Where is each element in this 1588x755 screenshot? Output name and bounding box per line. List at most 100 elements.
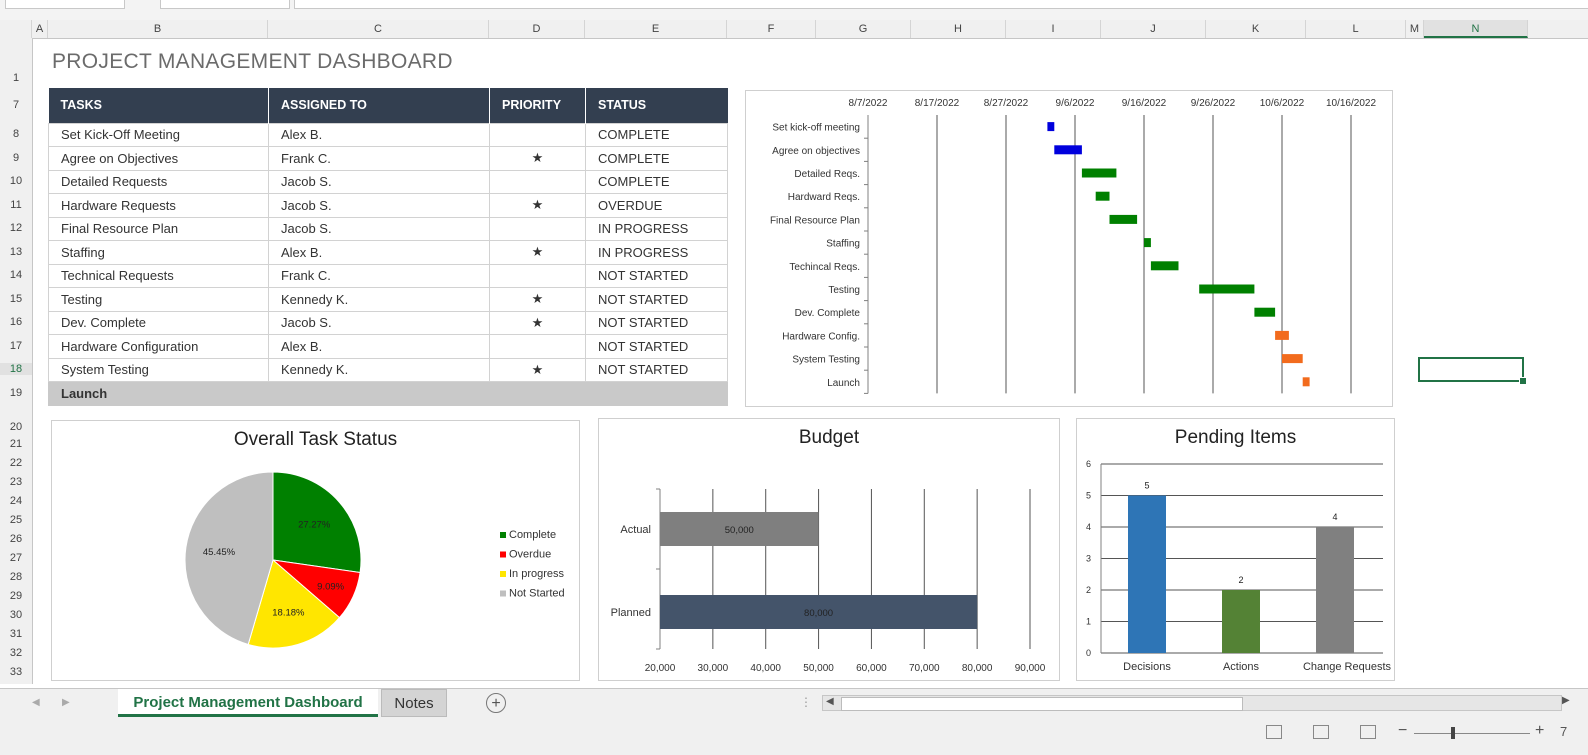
task-cell[interactable]: Final Resource Plan [48, 216, 269, 241]
zoom-in-button[interactable]: + [1535, 722, 1544, 740]
task-cell[interactable]: Set Kick-Off Meeting [48, 122, 269, 147]
status-cell[interactable]: COMPLETE [585, 169, 728, 194]
row-header-8[interactable]: 8 [0, 128, 32, 140]
assigned-cell[interactable]: Jacob S. [268, 216, 490, 241]
assigned-cell[interactable]: Alex B. [268, 334, 490, 359]
row-header-13[interactable]: 13 [0, 246, 32, 258]
name-box[interactable] [5, 0, 125, 9]
tab-project-management-dashboard[interactable]: Project Management Dashboard [118, 689, 378, 717]
normal-view-icon[interactable] [1266, 725, 1282, 739]
task-status-pie-chart[interactable]: Overall Task Status 27.27% 9.09% 18.18% 45.… [51, 420, 580, 681]
row-header-11[interactable]: 11 [0, 199, 32, 211]
column-header-a[interactable]: A [32, 20, 48, 38]
assigned-cell[interactable]: Kennedy K. [268, 287, 490, 312]
status-cell[interactable]: COMPLETE [585, 122, 728, 147]
zoom-out-button[interactable]: − [1398, 722, 1407, 740]
page-layout-view-icon[interactable] [1313, 725, 1329, 739]
row-header-21[interactable]: 21 [0, 438, 32, 450]
gantt-bar[interactable] [1150, 261, 1179, 271]
gantt-bar[interactable] [1254, 307, 1276, 317]
budget-chart[interactable]: Budget 20,000 30,000 40,000 50,000 60,000 70,… [598, 418, 1060, 681]
task-cell[interactable]: Detailed Requests [48, 169, 269, 194]
task-cell[interactable]: System Testing [48, 357, 269, 382]
formula-controls[interactable] [160, 0, 290, 9]
task-cell[interactable]: Dev. Complete [48, 310, 269, 335]
column-header-g[interactable]: G [816, 20, 911, 38]
launch-empty-cell[interactable] [268, 381, 490, 406]
row-header-30[interactable]: 30 [0, 609, 32, 621]
status-cell[interactable]: NOT STARTED [585, 310, 728, 335]
selected-cell-n18[interactable] [1418, 357, 1527, 385]
row-header-28[interactable]: 28 [0, 571, 32, 583]
row-header-22[interactable]: 22 [0, 457, 32, 469]
scroll-right-arrow-icon[interactable]: ▶ [1562, 695, 1570, 706]
formula-input[interactable] [294, 0, 1588, 9]
row-header-26[interactable]: 26 [0, 533, 32, 545]
row-header-25[interactable]: 25 [0, 514, 32, 526]
launch-cell[interactable]: Launch [48, 381, 269, 406]
row-header-33[interactable]: 33 [0, 666, 32, 678]
row-header-20[interactable]: 20 [0, 421, 32, 433]
row-header-24[interactable]: 24 [0, 495, 32, 507]
gantt-bar[interactable] [1047, 122, 1055, 132]
assigned-cell[interactable]: Alex B. [268, 240, 490, 265]
gantt-bar[interactable] [1302, 377, 1310, 387]
priority-star-cell[interactable]: ★ [489, 146, 586, 171]
row-header-27[interactable]: 27 [0, 552, 32, 564]
row-header-32[interactable]: 32 [0, 647, 32, 659]
column-header-l[interactable]: L [1306, 20, 1406, 38]
priority-star-cell[interactable] [489, 216, 586, 241]
header-tasks[interactable]: TASKS [48, 88, 269, 123]
assigned-cell[interactable]: Kennedy K. [268, 357, 490, 382]
status-cell[interactable]: NOT STARTED [585, 334, 728, 359]
row-header-23[interactable]: 23 [0, 476, 32, 488]
assigned-cell[interactable]: Jacob S. [268, 193, 490, 218]
row-header-7[interactable]: 7 [0, 99, 32, 111]
assigned-cell[interactable]: Jacob S. [268, 310, 490, 335]
assigned-cell[interactable]: Frank C. [268, 263, 490, 288]
column-header-i[interactable]: I [1006, 20, 1101, 38]
task-cell[interactable]: Agree on Objectives [48, 146, 269, 171]
zoom-level[interactable]: 7 [1560, 724, 1567, 739]
row-header-29[interactable]: 29 [0, 590, 32, 602]
scroll-left-arrow-icon[interactable]: ◀ [826, 696, 834, 707]
status-cell[interactable]: IN PROGRESS [585, 240, 728, 265]
column-header-c[interactable]: C [268, 20, 489, 38]
status-cell[interactable]: OVERDUE [585, 193, 728, 218]
horizontal-scrollbar[interactable]: ◀ [822, 695, 1562, 711]
row-header-17[interactable]: 17 [0, 340, 32, 352]
launch-empty-cell[interactable] [585, 381, 728, 406]
tab-scroll-left-icon[interactable]: ◀ [32, 697, 40, 708]
column-header-k[interactable]: K [1206, 20, 1306, 38]
task-cell[interactable]: Testing [48, 287, 269, 312]
row-header-31[interactable]: 31 [0, 628, 32, 640]
pending-items-chart[interactable]: Pending Items 0 1 2 3 4 5 6 5 Decisions 2 Actions 4… [1076, 418, 1395, 681]
pending-bar-change-requests[interactable] [1316, 527, 1354, 653]
gantt-bar[interactable] [1275, 330, 1289, 340]
select-all-corner[interactable] [0, 20, 32, 38]
column-header-e[interactable]: E [585, 20, 727, 38]
task-cell[interactable]: Technical Requests [48, 263, 269, 288]
gantt-chart[interactable]: 8/7/2022 8/17/2022 8/27/2022 9/6/2022 9/16/2… [745, 90, 1393, 407]
priority-star-cell[interactable]: ★ [489, 310, 586, 335]
zoom-slider-handle[interactable] [1451, 727, 1455, 739]
priority-star-cell[interactable]: ★ [489, 240, 586, 265]
gantt-bar[interactable] [1282, 354, 1303, 364]
pending-bar-actions[interactable] [1222, 590, 1260, 653]
priority-star-cell[interactable] [489, 263, 586, 288]
gantt-bar[interactable] [1095, 191, 1110, 201]
gantt-bar[interactable] [1109, 214, 1138, 224]
priority-star-cell[interactable]: ★ [489, 193, 586, 218]
gantt-bar[interactable] [1199, 284, 1255, 294]
column-header-f[interactable]: F [727, 20, 816, 38]
column-header-b[interactable]: B [48, 20, 268, 38]
scrollbar-thumb[interactable] [841, 697, 1243, 711]
row-header-19[interactable]: 19 [0, 387, 32, 399]
pending-bar-decisions[interactable] [1128, 495, 1166, 654]
assigned-cell[interactable]: Jacob S. [268, 169, 490, 194]
column-header-h[interactable]: H [911, 20, 1006, 38]
tab-notes[interactable]: Notes [381, 689, 447, 717]
column-header-m[interactable]: M [1406, 20, 1424, 38]
priority-star-cell[interactable]: ★ [489, 357, 586, 382]
status-cell[interactable]: NOT STARTED [585, 357, 728, 382]
